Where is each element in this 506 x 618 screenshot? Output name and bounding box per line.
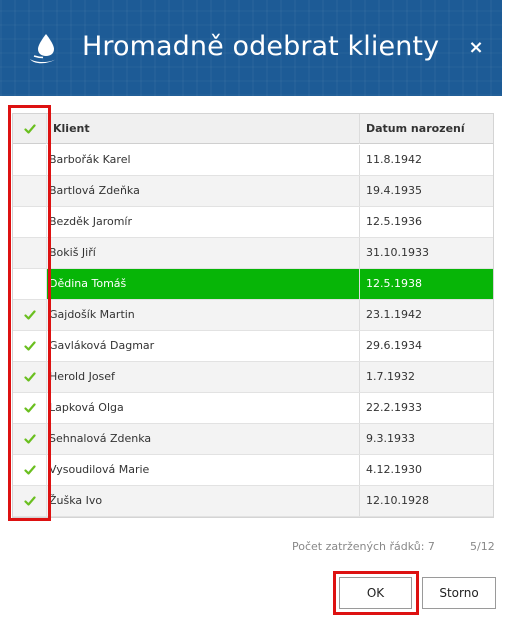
client-name-cell[interactable]: Bezděk Jaromír <box>47 207 360 237</box>
ok-button-highlight <box>333 571 419 615</box>
storno-button[interactable]: Storno <box>422 577 496 609</box>
client-name-cell[interactable]: Žuška Ivo <box>47 486 360 516</box>
table-row[interactable]: Vysoudilová Marie 4.12.1930 <box>13 455 493 486</box>
birth-date-cell[interactable]: 19.4.1935 <box>360 176 493 206</box>
checked-rows-count: Počet zatržených řádků: 7 <box>292 540 435 553</box>
client-name-cell[interactable]: Dědina Tomáš <box>47 269 360 299</box>
client-name-cell[interactable]: Barbořák Karel <box>47 145 360 175</box>
table-row[interactable]: Sehnalová Zdenka 9.3.1933 <box>13 424 493 455</box>
table-row[interactable]: Gajdošík Martin 23.1.1942 <box>13 300 493 331</box>
birth-date-cell[interactable]: 29.6.1934 <box>360 331 493 361</box>
row-position-indicator: 5/12 <box>470 540 495 553</box>
table-row[interactable]: Barbořák Karel 11.8.1942 <box>13 145 493 176</box>
birth-date-cell[interactable]: 4.12.1930 <box>360 455 493 485</box>
client-name-cell[interactable]: Bartlová Zdeňka <box>47 176 360 206</box>
birth-date-cell[interactable]: 22.2.1933 <box>360 393 493 423</box>
table-row[interactable]: Bartlová Zdeňka 19.4.1935 <box>13 176 493 207</box>
client-name-cell[interactable]: Gajdošík Martin <box>47 300 360 330</box>
birth-date-cell[interactable]: 12.5.1936 <box>360 207 493 237</box>
birth-date-cell[interactable]: 9.3.1933 <box>360 424 493 454</box>
table-row[interactable]: Gavláková Dagmar 29.6.1934 <box>13 331 493 362</box>
birth-date-cell[interactable]: 31.10.1933 <box>360 238 493 268</box>
table-row[interactable]: Lapková Olga 22.2.1933 <box>13 393 493 424</box>
dialog-header: Hromadně odebrat klienty × <box>0 0 502 96</box>
table-row[interactable]: Dědina Tomáš 12.5.1938 <box>13 269 493 300</box>
grid-header-row: Klient Datum narození <box>13 114 493 144</box>
client-name-cell[interactable]: Vysoudilová Marie <box>47 455 360 485</box>
birth-date-cell[interactable]: 23.1.1942 <box>360 300 493 330</box>
check-column-highlight <box>8 105 51 521</box>
client-name-cell[interactable]: Sehnalová Zdenka <box>47 424 360 454</box>
close-icon[interactable]: × <box>466 38 486 58</box>
client-name-cell[interactable]: Lapková Olga <box>47 393 360 423</box>
birth-date-cell[interactable]: 11.8.1942 <box>360 145 493 175</box>
birth-date-cell[interactable]: 12.5.1938 <box>360 269 493 299</box>
drop-logo-icon <box>30 34 56 64</box>
birth-date-cell[interactable]: 12.10.1928 <box>360 486 493 516</box>
table-row[interactable]: Bezděk Jaromír 12.5.1936 <box>13 207 493 238</box>
clients-grid: Klient Datum narození Barbořák Karel 11.8… <box>12 113 494 518</box>
table-row[interactable]: Žuška Ivo 12.10.1928 <box>13 486 493 517</box>
birth-date-cell[interactable]: 1.7.1932 <box>360 362 493 392</box>
client-name-cell[interactable]: Gavláková Dagmar <box>47 331 360 361</box>
table-row[interactable]: Bokiš Jiří 31.10.1933 <box>13 238 493 269</box>
column-header-client[interactable]: Klient <box>47 114 360 144</box>
column-header-birth-date[interactable]: Datum narození <box>360 114 493 144</box>
client-name-cell[interactable]: Bokiš Jiří <box>47 238 360 268</box>
table-row[interactable]: Herold Josef 1.7.1932 <box>13 362 493 393</box>
dialog-title: Hromadně odebrat klienty <box>82 31 440 62</box>
client-name-cell[interactable]: Herold Josef <box>47 362 360 392</box>
